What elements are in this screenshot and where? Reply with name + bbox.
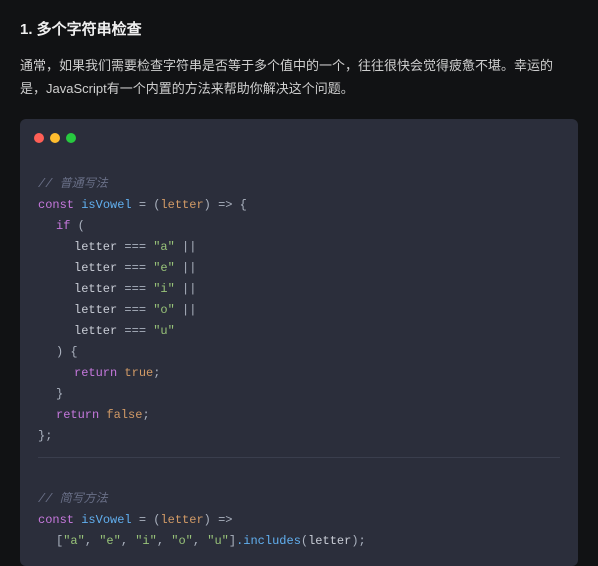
code-window: // 普通写法 const isVowel = (letter) => { if… (20, 119, 578, 566)
string-literal: "e" (153, 261, 175, 275)
op-eq: === (117, 303, 153, 317)
punc: }; (38, 429, 52, 443)
punc: [ (56, 534, 63, 548)
ident: letter (74, 324, 117, 338)
punc: , (85, 534, 99, 548)
string-literal: "e" (99, 534, 121, 548)
punc: ; (153, 366, 160, 380)
ident: letter (74, 282, 117, 296)
string-literal: "u" (153, 324, 175, 338)
punc: ( (70, 219, 84, 233)
param: letter (160, 198, 203, 212)
param: letter (160, 513, 203, 527)
op-eq: === (117, 324, 153, 338)
punc: ); (351, 534, 365, 548)
minimize-icon (50, 133, 60, 143)
call-arg: letter (308, 534, 351, 548)
string-literal: "o" (153, 303, 175, 317)
bool-false: false (106, 408, 142, 422)
code-block-short: // 简写方法 const isVowel = (letter) => ["a"… (20, 468, 578, 552)
code-separator (38, 457, 560, 458)
punc: } (56, 387, 63, 401)
punc: ; (142, 408, 149, 422)
punc: ) { (56, 345, 78, 359)
punc: = ( (132, 513, 161, 527)
op-eq: === (117, 282, 153, 296)
kw-if: if (56, 219, 70, 233)
punc: , (121, 534, 135, 548)
kw-return: return (74, 366, 117, 380)
punc: ( (301, 534, 308, 548)
string-literal: "i" (135, 534, 157, 548)
fn-name: isVowel (81, 198, 131, 212)
kw-const: const (38, 513, 74, 527)
op-eq: === (117, 261, 153, 275)
section-heading: 1. 多个字符串检查 (20, 18, 578, 39)
punc: ) => { (204, 198, 247, 212)
punc: ) => (204, 513, 233, 527)
close-icon (34, 133, 44, 143)
maximize-icon (66, 133, 76, 143)
section-paragraph: 通常，如果我们需要检查字符串是否等于多个值中的一个，往往很快会觉得疲惫不堪。幸运… (20, 55, 578, 101)
string-literal: "o" (171, 534, 193, 548)
string-literal: "a" (63, 534, 85, 548)
method-includes: .includes (236, 534, 301, 548)
string-literal: "i" (153, 282, 175, 296)
kw-const: const (38, 198, 74, 212)
kw-return: return (56, 408, 99, 422)
op-or: || (175, 303, 197, 317)
string-literal: "u" (207, 534, 229, 548)
code-comment: // 普通写法 (38, 177, 108, 191)
op-or: || (175, 240, 197, 254)
op-or: || (175, 261, 197, 275)
op-or: || (175, 282, 197, 296)
op-eq: === (117, 240, 153, 254)
ident: letter (74, 261, 117, 275)
punc: , (157, 534, 171, 548)
string-literal: "a" (153, 240, 175, 254)
ident: letter (74, 240, 117, 254)
punc: = ( (132, 198, 161, 212)
punc: , (193, 534, 207, 548)
window-traffic-lights (20, 129, 578, 153)
ident: letter (74, 303, 117, 317)
fn-name: isVowel (81, 513, 131, 527)
code-comment: // 简写方法 (38, 492, 108, 506)
code-block-verbose: // 普通写法 const isVowel = (letter) => { if… (20, 153, 578, 447)
punc: ] (229, 534, 236, 548)
bool-true: true (124, 366, 153, 380)
